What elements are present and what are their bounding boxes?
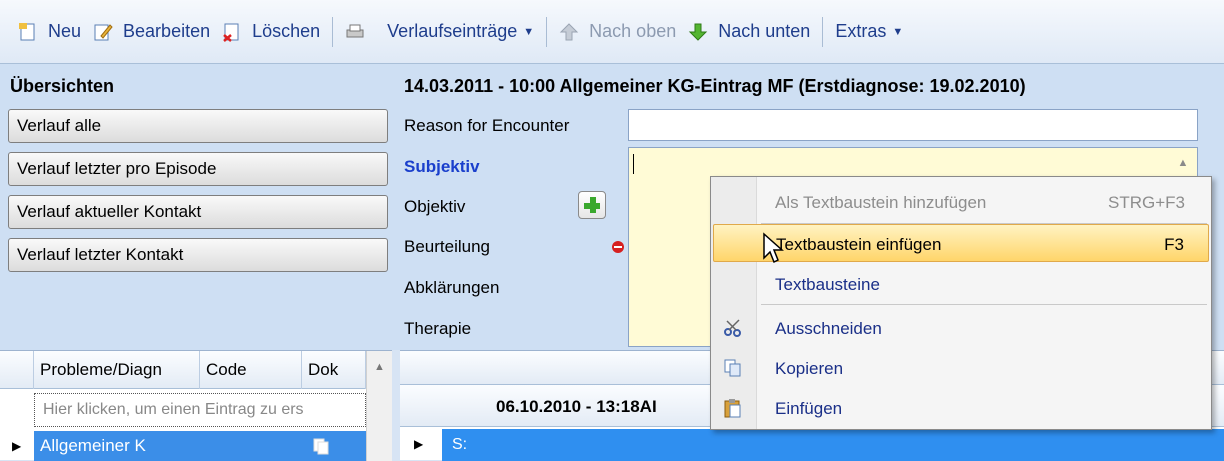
problems-grid: Probleme/Diagn Code Dok Hier klicken, um… [0,350,392,461]
abklaerungen-label[interactable]: Abklärungen [404,278,499,298]
delete-label: Löschen [252,21,321,41]
problems-grid-header: Probleme/Diagn Code Dok [0,351,392,389]
extras-label: Extras [835,21,887,41]
menu-item-label: Ausschneiden [775,319,882,338]
menu-item-label: Kopieren [775,359,844,378]
menu-item-cut[interactable]: Ausschneiden [713,309,1209,347]
menu-item-shortcut: STRG+F3 [1108,193,1185,212]
reason-input[interactable] [628,109,1198,141]
row-indicator-icon: ▶ [12,439,22,453]
scroll-up-icon[interactable]: ▲ [1169,148,1197,178]
beurteilung-label[interactable]: Beurteilung [404,237,490,257]
delete-icon [223,23,239,42]
table-row[interactable]: Allgemeiner K [34,431,366,461]
column-header-problems[interactable]: Probleme/Diagn [34,351,200,389]
problem-name-cell: Allgemeiner K [40,436,146,455]
remove-icon[interactable] [612,241,624,253]
toolbar-separator [332,16,334,47]
arrow-up-icon [559,22,579,40]
menu-item-label: Textbaustein einfügen [776,235,942,254]
edit-label: Bearbeiten [123,21,211,41]
edit-button[interactable]: Bearbeiten [87,14,216,50]
new-label: Neu [48,21,82,41]
print-icon [346,24,364,37]
edit-icon [94,23,113,40]
print-button[interactable] [339,14,381,50]
extras-dropdown[interactable]: Extras ▼ [829,14,909,50]
mouse-cursor-icon [763,232,784,264]
overview-title: Übersichten [10,76,115,96]
history-row[interactable]: S: [442,429,1224,461]
toolbar-separator [822,16,824,47]
vertical-scrollbar[interactable]: ▲ [366,351,392,461]
arrow-down-icon [689,23,708,41]
menu-item-label: Als Textbaustein hinzufügen [775,193,987,212]
reason-label: Reason for Encounter [404,116,570,135]
menu-item-insert-text-block[interactable]: Textbaustein einfügen F3 [713,224,1209,262]
view-last-contact-button[interactable]: Verlauf letzter Kontakt [8,238,388,272]
menu-item-shortcut: F3 [1164,235,1184,254]
toolbar-separator [546,16,548,47]
menu-item-label: Textbausteine [775,275,880,294]
history-date-header[interactable]: 06.10.2010 - 13:18AI [496,397,657,417]
scroll-up-icon[interactable]: ▲ [374,361,385,373]
menu-separator [761,304,1207,305]
history-entries-label: Verlaufseinträge [387,21,518,41]
menu-item-text-blocks[interactable]: Textbausteine [713,265,1209,303]
document-icon [313,438,329,455]
view-last-per-episode-button[interactable]: Verlauf letzter pro Episode [8,152,388,186]
entry-title: 14.03.2011 - 10:00 Allgemeiner KG-Eintra… [404,76,1026,96]
column-header-code[interactable]: Code [200,351,302,389]
new-document-icon [19,22,35,40]
menu-item-copy[interactable]: Kopieren [713,349,1209,387]
therapie-label[interactable]: Therapie [404,319,471,339]
move-down-button[interactable]: Nach unten [682,14,816,50]
history-row-label: S: [452,436,468,453]
chevron-down-icon: ▼ [892,25,904,38]
overview-panel: Übersichten Verlauf alle Verlauf letzter… [0,64,392,350]
history-entries-dropdown[interactable]: Verlaufseinträge ▼ [381,14,540,50]
context-menu: Als Textbaustein hinzufügen STRG+F3 Text… [710,176,1212,430]
move-up-label: Nach oben [589,21,677,41]
menu-item-add-text-block[interactable]: Als Textbaustein hinzufügen STRG+F3 [713,183,1209,221]
view-all-history-button[interactable]: Verlauf alle [8,109,388,143]
new-row-placeholder[interactable]: Hier klicken, um einen Eintrag zu ers [34,393,366,427]
add-icon[interactable] [578,191,606,219]
view-current-contact-button[interactable]: Verlauf aktueller Kontakt [8,195,388,229]
row-indicator-icon: ▶ [414,437,424,451]
menu-item-label: Einfügen [775,399,843,418]
move-down-label: Nach unten [718,21,811,41]
subjektiv-label[interactable]: Subjektiv [404,157,480,177]
new-button[interactable]: Neu [12,14,87,50]
paste-icon [724,399,741,418]
delete-button[interactable]: Löschen [216,14,326,50]
move-up-button[interactable]: Nach oben [553,14,682,50]
chevron-down-icon: ▼ [523,25,535,38]
scissors-icon [724,319,741,337]
copy-icon [724,359,741,377]
toolbar: Neu Bearbeiten Löschen Verlaufseinträge … [0,0,1224,64]
column-header-dok[interactable]: Dok [302,351,366,389]
objektiv-label[interactable]: Objektiv [404,197,465,217]
menu-item-paste[interactable]: Einfügen [713,389,1209,427]
text-caret [633,154,634,174]
row-header-cell [0,351,34,389]
